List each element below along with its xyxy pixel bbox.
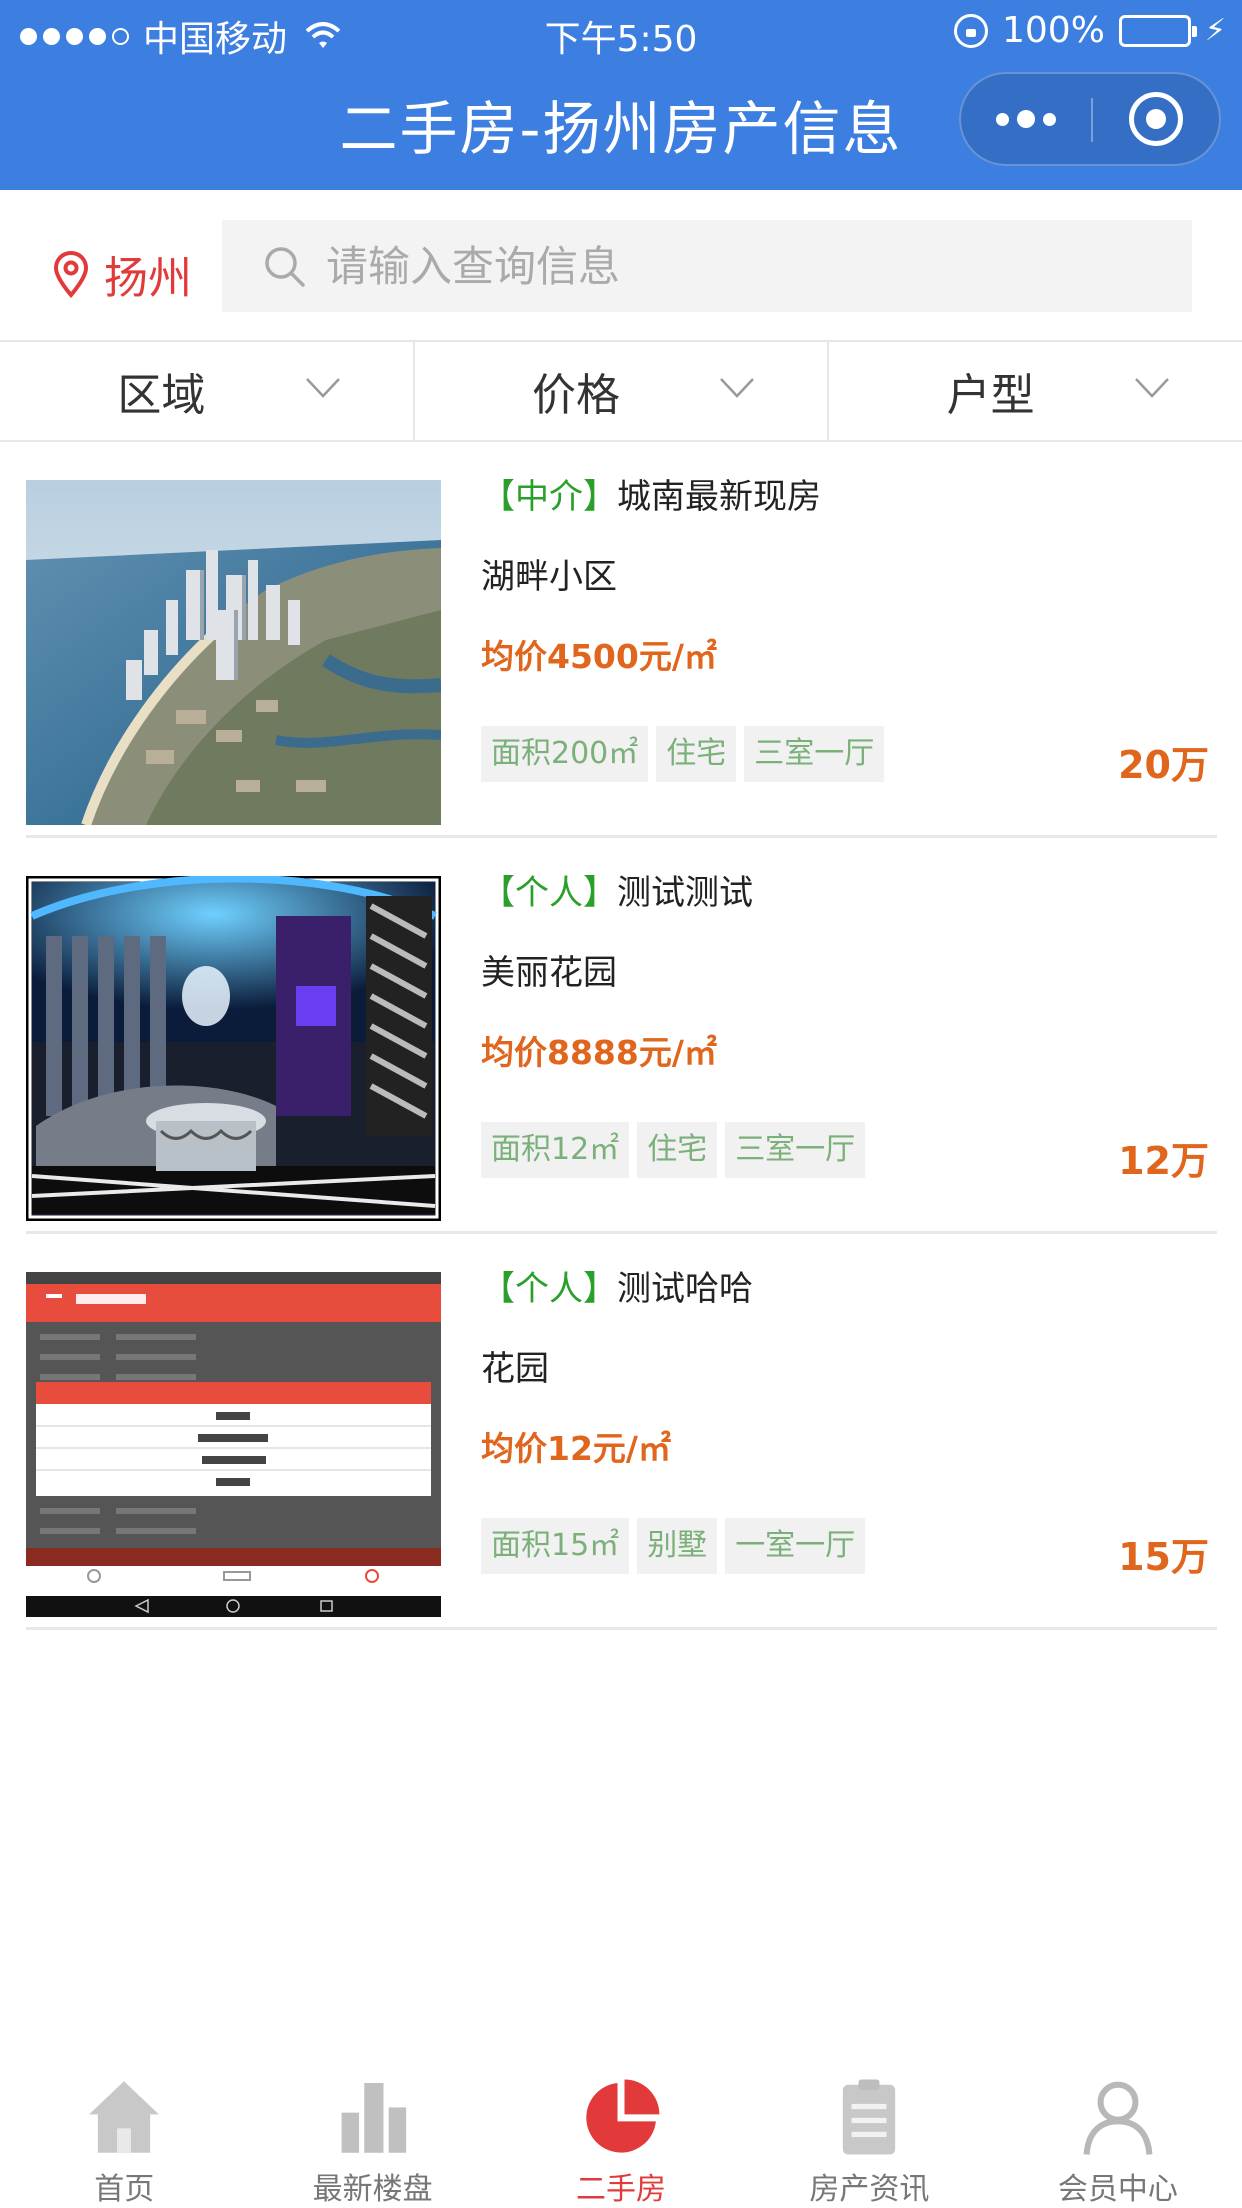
tab-bar: 首页 最新楼盘 二手房 房产资讯 会员中心	[0, 2068, 1242, 2208]
tab-label: 首页	[94, 2172, 155, 2207]
battery-icon	[1118, 14, 1197, 47]
listing-source-tag: 【中介】	[481, 477, 617, 517]
listing-avg-price: 均价8888元/㎡	[481, 1033, 717, 1072]
filter-label: 价格	[532, 370, 620, 421]
listing-item[interactable]: 【个人】测试哈哈 花园 均价12元/㎡ 面积15㎡ 别墅 一室一厅 15万	[26, 1234, 1217, 1630]
tab-label: 会员中心	[1057, 2172, 1178, 2207]
listing-avg-price: 均价4500元/㎡	[481, 637, 717, 676]
listing-item[interactable]: 【个人】测试测试 美丽花园 均价8888元/㎡ 面积12㎡ 住宅 三室一厅 12…	[26, 838, 1217, 1234]
listing-tags: 面积200㎡ 住宅 三室一厅	[481, 726, 885, 782]
listing-photo[interactable]	[26, 480, 441, 825]
pie-icon	[586, 2079, 660, 2153]
filter-bar: 区域 价格 户型	[0, 342, 1242, 442]
city-selector[interactable]: 扬州	[52, 242, 192, 306]
listing-title: 【个人】测试测试	[481, 868, 1217, 918]
city-label: 扬州	[104, 253, 192, 304]
tab-second-hand[interactable]: 二手房	[497, 2068, 745, 2208]
buildings-icon	[341, 2082, 406, 2153]
area-chip: 面积12㎡	[481, 1122, 630, 1178]
status-bar: 中国移动 下午5:50 100% ⚡	[0, 0, 1242, 62]
home-icon	[89, 2081, 160, 2153]
listing-info: 【个人】测试哈哈 花园 均价12元/㎡ 面积15㎡ 别墅 一室一厅 15万	[481, 1264, 1217, 1579]
listing-list: 【中介】城南最新现房 湖畔小区 均价4500元/㎡ 面积200㎡ 住宅 三室一厅…	[26, 442, 1217, 1630]
listing-title-text: 测试哈哈	[617, 1269, 753, 1309]
more-dot-icon	[1017, 110, 1035, 128]
listing-title: 【中介】城南最新现房	[481, 472, 1217, 522]
listing-total-price: 12万	[1118, 1139, 1209, 1183]
listing-community: 美丽花园	[481, 953, 617, 993]
location-pin-icon	[53, 250, 89, 298]
battery-percent: 100%	[1002, 10, 1105, 51]
status-right: 100% ⚡	[954, 10, 1226, 51]
listing-tags: 面积12㎡ 住宅 三室一厅	[481, 1122, 866, 1178]
more-dot-icon	[1043, 112, 1056, 126]
listing-photo[interactable]	[26, 1272, 441, 1617]
type-chip: 住宅	[656, 726, 737, 782]
type-chip: 别墅	[637, 1518, 718, 1574]
search-row: 扬州	[0, 190, 1242, 342]
filter-region[interactable]: 区域	[0, 342, 413, 440]
user-icon	[1083, 2081, 1153, 2155]
capsule-divider	[1091, 98, 1093, 142]
more-dot-icon	[996, 112, 1009, 126]
search-icon	[265, 247, 305, 287]
layout-chip: 三室一厅	[725, 1122, 866, 1178]
listing-info: 【中介】城南最新现房 湖畔小区 均价4500元/㎡ 面积200㎡ 住宅 三室一厅…	[481, 472, 1217, 787]
listing-title-text: 城南最新现房	[617, 477, 821, 517]
listing-total-price: 15万	[1118, 1535, 1209, 1579]
chevron-down-icon	[305, 378, 340, 398]
type-chip: 住宅	[637, 1122, 718, 1178]
rotation-lock-icon	[954, 13, 988, 48]
tab-label: 房产资讯	[809, 2172, 930, 2207]
listing-avg-price: 均价12元/㎡	[481, 1429, 671, 1468]
search-box[interactable]	[222, 220, 1192, 312]
tab-news[interactable]: 房产资讯	[745, 2068, 993, 2208]
clipboard-icon	[843, 2079, 896, 2155]
tab-label: 二手房	[576, 2172, 667, 2207]
charging-bolt-icon: ⚡	[1204, 13, 1226, 48]
search-input[interactable]	[326, 241, 1146, 291]
filter-price[interactable]: 价格	[412, 342, 828, 440]
app-screenshot-photo	[26, 1272, 441, 1617]
listing-photo[interactable]	[26, 876, 441, 1221]
ktv-room-photo	[26, 876, 441, 1221]
tab-member-center[interactable]: 会员中心	[994, 2068, 1242, 2208]
listing-community: 湖畔小区	[481, 557, 617, 597]
listing-community: 花园	[481, 1349, 549, 1389]
listing-item[interactable]: 【中介】城南最新现房 湖畔小区 均价4500元/㎡ 面积200㎡ 住宅 三室一厅…	[26, 442, 1217, 838]
area-chip: 面积15㎡	[481, 1518, 630, 1574]
filter-layout[interactable]: 户型	[827, 342, 1242, 440]
listing-source-tag: 【个人】	[481, 873, 617, 913]
listing-info: 【个人】测试测试 美丽花园 均价8888元/㎡ 面积12㎡ 住宅 三室一厅 12…	[481, 868, 1217, 1183]
layout-chip: 一室一厅	[725, 1518, 866, 1574]
tab-home[interactable]: 首页	[0, 2068, 248, 2208]
listing-source-tag: 【个人】	[481, 1269, 617, 1309]
chevron-down-icon	[1135, 378, 1169, 398]
top-bar: 中国移动 下午5:50 100% ⚡ 二手房-扬州房产信息	[0, 0, 1242, 190]
tab-new-properties[interactable]: 最新楼盘	[248, 2068, 496, 2208]
filter-label: 区域	[117, 370, 206, 421]
aerial-city-photo	[26, 480, 441, 825]
miniprogram-capsule	[959, 72, 1221, 166]
close-miniprogram-button[interactable]	[1129, 92, 1183, 146]
listing-tags: 面积15㎡ 别墅 一室一厅	[481, 1518, 866, 1574]
listing-title: 【个人】测试哈哈	[481, 1264, 1217, 1314]
layout-chip: 三室一厅	[744, 726, 885, 782]
area-chip: 面积200㎡	[481, 726, 649, 782]
listing-total-price: 20万	[1118, 743, 1209, 787]
listing-title-text: 测试测试	[617, 873, 753, 913]
chevron-down-icon	[720, 378, 755, 398]
filter-label: 户型	[946, 370, 1035, 421]
tab-label: 最新楼盘	[312, 2172, 433, 2207]
more-button[interactable]	[961, 74, 1091, 164]
